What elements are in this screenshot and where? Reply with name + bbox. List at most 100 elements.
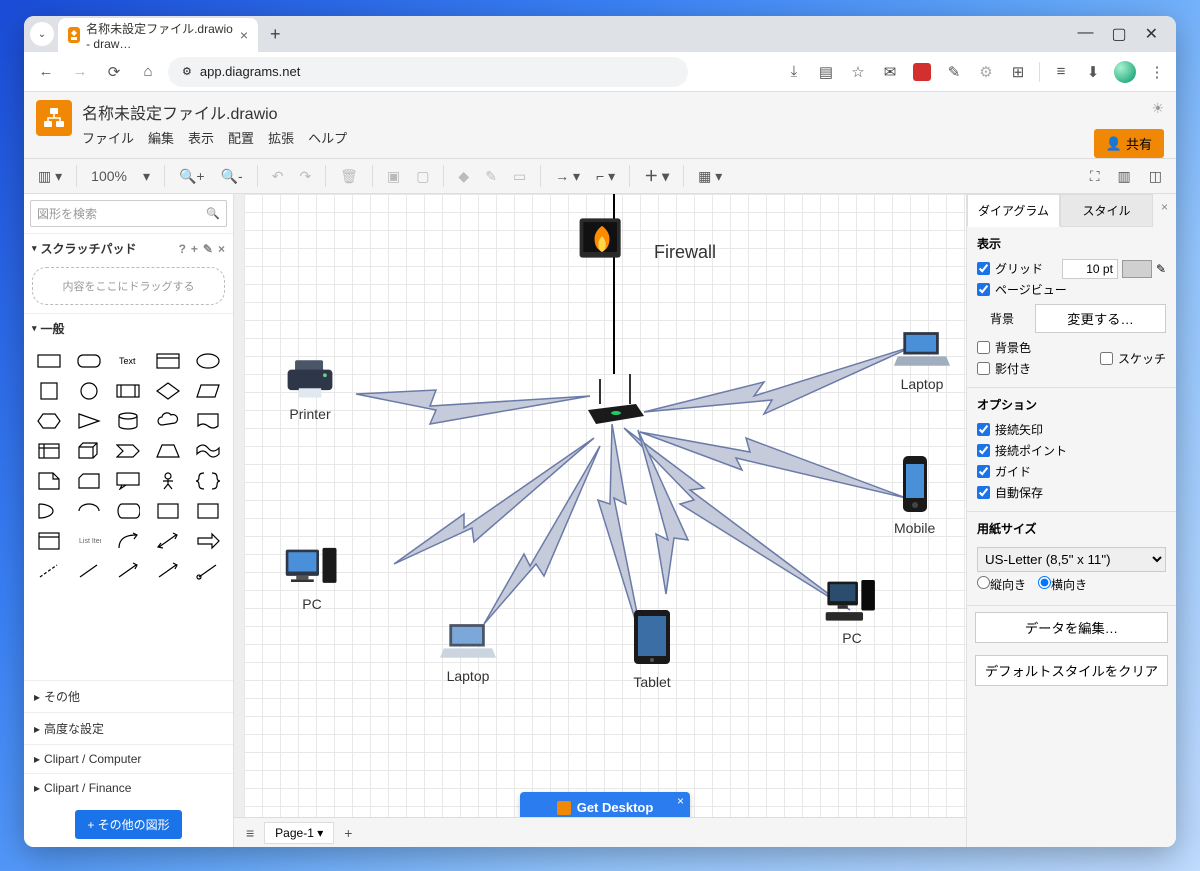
shape-hexagon[interactable] xyxy=(30,407,68,435)
scratchpad-drop[interactable]: 内容をここにドラッグする xyxy=(32,267,225,305)
shape-or[interactable] xyxy=(30,497,68,525)
new-tab-button[interactable]: + xyxy=(262,24,289,45)
radio-portrait[interactable]: 縦向き xyxy=(977,576,1026,593)
shape-and[interactable] xyxy=(70,497,108,525)
shape-actor[interactable] xyxy=(149,467,187,495)
kebab-menu-icon[interactable]: ⋮ xyxy=(1146,61,1168,83)
category-other[interactable]: ▸その他 xyxy=(24,680,233,712)
page-menu-button[interactable]: ≡ xyxy=(240,822,260,844)
shape-text[interactable]: Text xyxy=(110,347,148,375)
home-button[interactable]: ⌂ xyxy=(134,63,162,80)
shape-cloud[interactable] xyxy=(149,407,187,435)
line-color-button[interactable]: ✎ xyxy=(479,165,503,188)
shape-line3[interactable] xyxy=(149,557,187,585)
to-front-button[interactable]: ▣ xyxy=(381,165,406,188)
node-mobile[interactable]: Mobile xyxy=(894,454,935,536)
node-pc2[interactable]: PC xyxy=(824,578,880,646)
devices-icon[interactable]: ▤ xyxy=(815,61,837,83)
menu-view[interactable]: 表示 xyxy=(188,128,214,147)
view-toggle-button[interactable]: ▥ ▾ xyxy=(32,165,68,188)
chk-shadow[interactable]: 影付き xyxy=(977,358,1031,379)
menu-arrange[interactable]: 配置 xyxy=(228,128,254,147)
category-clipart-computer[interactable]: ▸Clipart / Computer xyxy=(24,744,233,773)
close-panel-icon[interactable]: × xyxy=(218,242,225,256)
fullscreen-icon[interactable]: ⛶ xyxy=(1084,165,1106,188)
shape-trapezoid[interactable] xyxy=(149,437,187,465)
table-button[interactable]: ▦ ▾ xyxy=(692,165,728,188)
help-icon[interactable]: ? xyxy=(179,242,186,256)
node-firewall[interactable] xyxy=(574,214,630,262)
shape-line1[interactable] xyxy=(70,557,108,585)
radio-landscape[interactable]: 横向き xyxy=(1038,576,1087,593)
chk-pageview[interactable]: ページビュー xyxy=(977,279,1166,300)
shape-curve[interactable] xyxy=(110,527,148,555)
theme-icon[interactable]: ☀ xyxy=(1151,100,1164,117)
document-title[interactable]: 名称未設定ファイル.drawio xyxy=(82,100,347,124)
shape-note[interactable] xyxy=(30,467,68,495)
delete-button[interactable]: 🗑 xyxy=(334,165,364,188)
shape-square[interactable] xyxy=(30,377,68,405)
menu-edit[interactable]: 編集 xyxy=(148,128,174,147)
category-advanced[interactable]: ▸高度な設定 xyxy=(24,712,233,744)
shape-card[interactable] xyxy=(70,467,108,495)
chk-sketch[interactable]: スケッチ xyxy=(1100,337,1166,379)
back-button[interactable]: ← xyxy=(32,63,60,80)
close-button[interactable]: ✕ xyxy=(1145,24,1158,44)
zoom-in-icon[interactable]: 🔍+ xyxy=(173,165,211,188)
paper-size-select[interactable]: US-Letter (8,5" x 11") xyxy=(977,547,1166,572)
shape-rect[interactable] xyxy=(30,347,68,375)
shape-bidir[interactable] xyxy=(149,527,187,555)
format-panel-icon[interactable]: ▥ xyxy=(1112,165,1137,188)
shape-circle[interactable] xyxy=(70,377,108,405)
node-printer[interactable]: Printer xyxy=(282,354,338,422)
chk-points[interactable]: 接続ポイント xyxy=(977,440,1166,461)
download-icon[interactable]: ⬇ xyxy=(1082,61,1104,83)
minimize-button[interactable]: — xyxy=(1077,24,1093,44)
shape-curly[interactable] xyxy=(189,467,227,495)
chk-bgcolor[interactable]: 背景色 xyxy=(977,337,1031,358)
menu-help[interactable]: ヘルプ xyxy=(308,128,347,147)
zoom-out-icon[interactable]: 🔍- xyxy=(215,165,249,188)
zoom-dropdown[interactable]: ▾ xyxy=(137,165,156,188)
tab-diagram[interactable]: ダイアグラム xyxy=(967,194,1060,227)
color-picker-icon[interactable]: ✎ xyxy=(1156,262,1166,276)
banner-close-icon[interactable]: × xyxy=(677,794,684,808)
edit-data-button[interactable]: データを編集… xyxy=(975,612,1168,643)
shape-dashed[interactable] xyxy=(30,557,68,585)
category-clipart-finance[interactable]: ▸Clipart / Finance xyxy=(24,773,233,802)
shape-document[interactable] xyxy=(189,407,227,435)
waypoint-button[interactable]: ⌐ ▾ xyxy=(590,165,621,188)
gear-icon[interactable]: ⚙ xyxy=(975,61,997,83)
shape-line2[interactable] xyxy=(110,557,148,585)
reload-button[interactable]: ⟳ xyxy=(100,63,128,81)
playlist-icon[interactable]: ≡ xyxy=(1050,61,1072,83)
to-back-button[interactable]: ▢ xyxy=(410,165,435,188)
node-laptop2[interactable]: Laptop xyxy=(440,616,496,684)
brush-icon[interactable]: ✎ xyxy=(943,61,965,83)
canvas-area[interactable]: Firewall Printer Laptop Mobile xyxy=(234,194,966,847)
shape-list[interactable] xyxy=(30,527,68,555)
shape-textbox[interactable] xyxy=(149,347,187,375)
node-tablet[interactable]: Tablet xyxy=(628,608,676,690)
chk-arrows[interactable]: 接続矢印 xyxy=(977,419,1166,440)
chk-autosave[interactable]: 自動保存 xyxy=(977,482,1166,503)
shape-line4[interactable] xyxy=(189,557,227,585)
node-laptop1[interactable]: Laptop xyxy=(894,324,950,392)
panel-close-icon[interactable]: × xyxy=(1153,194,1176,227)
extension-red-icon[interactable] xyxy=(911,61,933,83)
node-pc1[interactable]: PC xyxy=(284,544,340,612)
install-app-icon[interactable]: ⤓ xyxy=(783,61,805,83)
add-page-button[interactable]: + xyxy=(338,822,358,844)
shape-tape[interactable] xyxy=(189,437,227,465)
edit-icon[interactable]: ✎ xyxy=(203,242,213,256)
more-shapes-button[interactable]: + その他の図形 xyxy=(75,810,181,839)
tab-style[interactable]: スタイル xyxy=(1060,194,1153,227)
redo-button[interactable]: ↷ xyxy=(293,165,317,188)
tab-close-icon[interactable]: × xyxy=(240,27,248,43)
chk-guides[interactable]: ガイド xyxy=(977,461,1166,482)
tab-search-button[interactable]: ⌄ xyxy=(30,22,54,46)
shape-data[interactable] xyxy=(110,497,148,525)
shape-cube[interactable] xyxy=(70,437,108,465)
chk-grid[interactable]: グリッド xyxy=(977,258,1043,279)
clear-style-button[interactable]: デフォルトスタイルをクリア xyxy=(975,655,1168,686)
